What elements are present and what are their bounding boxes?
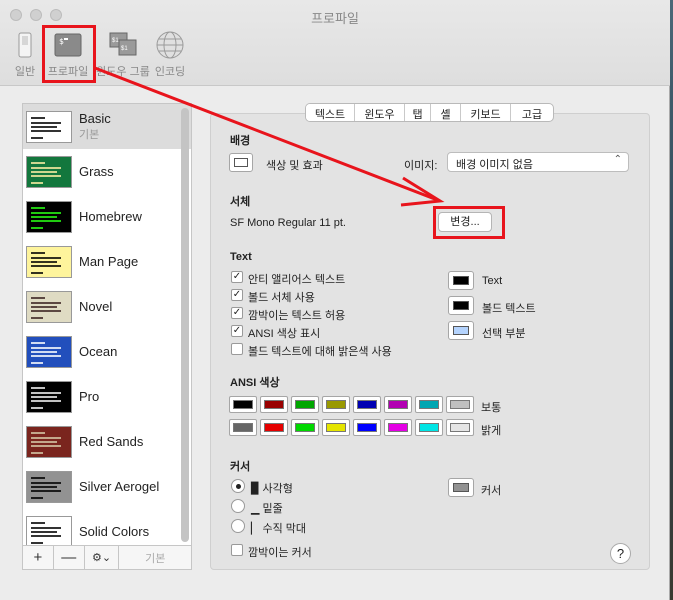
annotation-arrow xyxy=(94,66,445,207)
